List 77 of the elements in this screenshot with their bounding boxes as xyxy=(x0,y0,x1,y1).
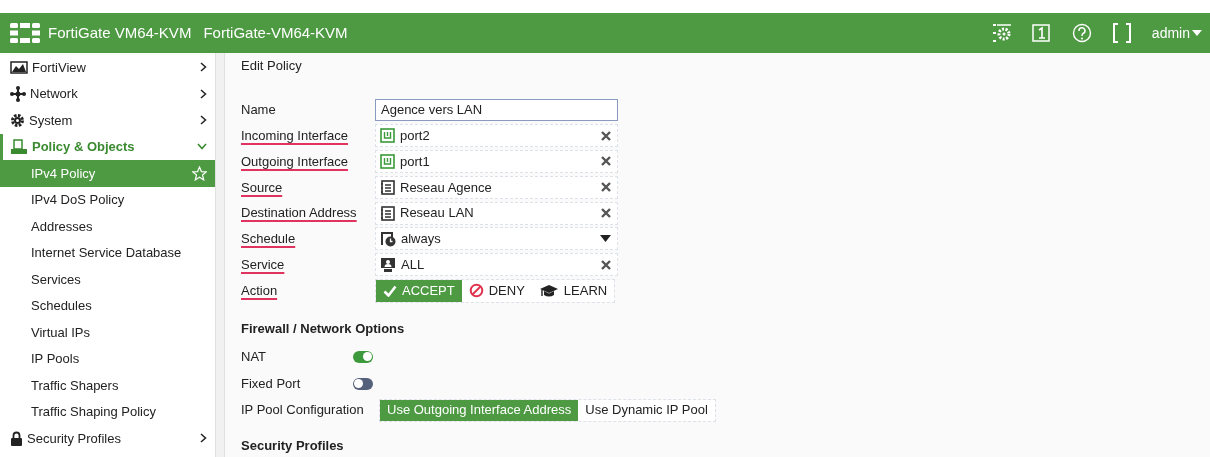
interface-icon xyxy=(380,154,395,169)
sidebar-item[interactable]: Services xyxy=(0,266,215,293)
chevron-right-icon xyxy=(200,115,207,126)
sidebar-item[interactable]: Traffic Shaping Policy xyxy=(0,398,215,425)
star-icon xyxy=(192,165,207,181)
help-icon xyxy=(1071,23,1092,43)
field-label: Incoming Interface xyxy=(241,126,349,145)
tag-field[interactable]: Reseau LAN xyxy=(375,201,618,225)
section-title: Firewall / Network Options xyxy=(241,319,406,338)
field-label: Action xyxy=(241,281,279,300)
option-label: Fixed Port xyxy=(241,374,302,393)
remove-icon xyxy=(601,208,611,219)
gear-icon xyxy=(10,112,25,128)
address-book-icon xyxy=(380,179,395,195)
option-label: IP Pool Configuration xyxy=(241,401,365,420)
fullscreen-button[interactable] xyxy=(1111,23,1132,43)
logo-icon xyxy=(10,23,40,43)
chevron-right-icon xyxy=(200,88,207,99)
sidebar-item[interactable]: Internet Service Database xyxy=(0,239,215,266)
notification-icon xyxy=(1031,23,1052,43)
lock-icon xyxy=(10,430,23,446)
sidebar-item[interactable]: Traffic Shapers xyxy=(0,372,215,399)
remove-icon xyxy=(601,130,611,141)
tag-field[interactable]: port2 xyxy=(375,124,618,148)
remove-icon xyxy=(601,259,611,270)
schedule-dropdown[interactable]: always xyxy=(375,227,618,251)
network-icon xyxy=(10,85,26,102)
fullscreen-icon xyxy=(1111,23,1132,43)
action-option[interactable]: DENY xyxy=(461,279,532,302)
action-option[interactable]: LEARN xyxy=(531,279,615,302)
field-label: Outgoing Interface xyxy=(241,152,349,171)
field-label: Service xyxy=(241,255,286,274)
sidebar-item[interactable]: Schedules xyxy=(0,292,215,319)
section-title: Security Profiles xyxy=(241,437,345,456)
sidebar-item[interactable]: IP Pools xyxy=(0,345,215,372)
option-label: NAT xyxy=(241,347,268,366)
cli-console-button[interactable] xyxy=(991,23,1012,43)
monitor-person-icon xyxy=(380,256,396,273)
sidebar-item[interactable]: FortiView xyxy=(0,54,215,81)
field-label: Name xyxy=(241,101,277,120)
cli-console-icon xyxy=(991,23,1012,43)
page-title: Edit Policy xyxy=(241,57,303,75)
remove-icon xyxy=(601,156,611,167)
toggle-switch[interactable] xyxy=(353,377,373,390)
sidebar-item[interactable]: Addresses xyxy=(0,213,215,240)
sidebar-item[interactable]: IPv4 DoS Policy xyxy=(0,186,215,213)
address-book-icon xyxy=(380,205,395,221)
sidebar-item[interactable]: System xyxy=(0,107,215,134)
help-button[interactable] xyxy=(1071,23,1092,43)
check-icon xyxy=(383,284,397,297)
toggle-switch[interactable] xyxy=(353,350,373,363)
tag-field[interactable]: Reseau Agence xyxy=(375,175,618,199)
sidebar-item[interactable]: Security Profiles xyxy=(0,425,215,452)
field-label: Destination Address xyxy=(241,204,358,223)
interface-icon xyxy=(380,128,395,144)
calendar-clock-icon xyxy=(380,230,396,247)
field-label: Source xyxy=(241,178,284,197)
policy-icon xyxy=(10,138,28,155)
caret-down-icon xyxy=(600,235,611,243)
notification-button[interactable] xyxy=(1031,23,1052,43)
caret-icon xyxy=(1192,30,1202,36)
remove-icon xyxy=(601,182,611,193)
sidebar-item[interactable]: Network xyxy=(0,80,215,107)
name-input[interactable]: Agence vers LAN xyxy=(375,98,618,121)
graduation-cap-icon xyxy=(538,283,559,298)
chevron-down-icon xyxy=(197,143,207,151)
sidebar-item[interactable]: Virtual IPs xyxy=(0,319,215,346)
chart-icon xyxy=(10,60,28,75)
product-name: FortiGate VM64-KVM xyxy=(48,22,192,43)
hostname: FortiGate-VM64-KVM xyxy=(203,22,348,43)
chevron-right-icon xyxy=(200,62,207,73)
tag-field[interactable]: port1 xyxy=(375,150,618,173)
field-label: Schedule xyxy=(241,230,297,249)
chevron-right-icon xyxy=(200,433,207,444)
prohibited-icon xyxy=(468,283,484,299)
tag-field[interactable]: ALL xyxy=(375,253,618,277)
ip-pool-option[interactable]: Use Dynamic IP Pool xyxy=(578,399,715,421)
